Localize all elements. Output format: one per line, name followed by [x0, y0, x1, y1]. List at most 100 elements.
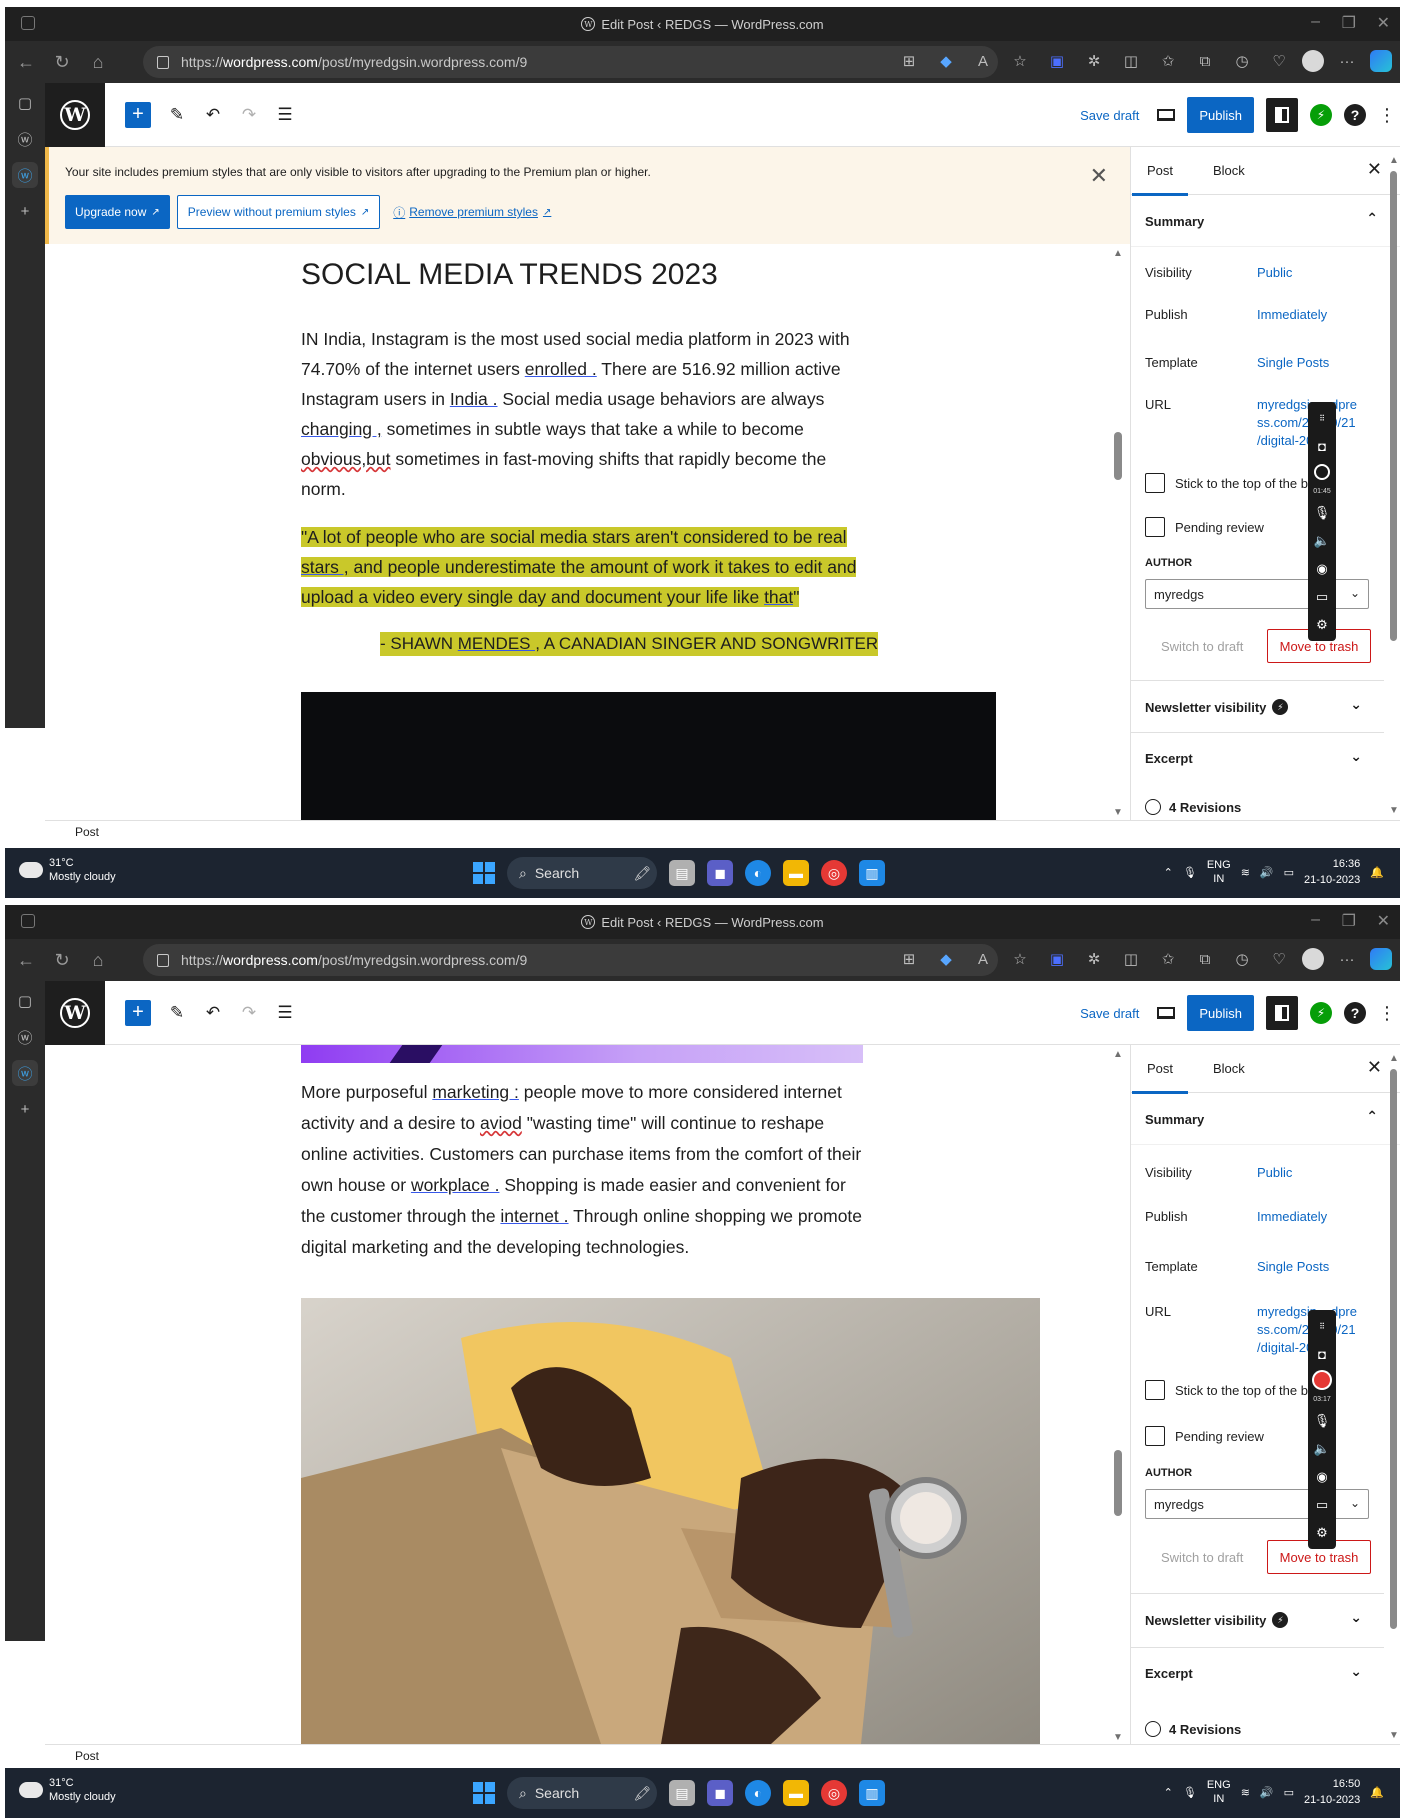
- tab-actions-icon[interactable]: ▢: [12, 988, 38, 1014]
- microphone-tray-icon[interactable]: 🎙: [1183, 1786, 1197, 1799]
- profile-avatar[interactable]: [1302, 948, 1324, 970]
- teams-icon[interactable]: ◼: [707, 860, 733, 886]
- newsletter-panel-header[interactable]: Newsletter visibility ⚡ ⌄: [1131, 1593, 1384, 1645]
- language-indicator[interactable]: ENG IN: [1207, 858, 1231, 886]
- redo-icon[interactable]: ↷: [239, 1003, 259, 1023]
- weather-widget[interactable]: 31°C Mostly cloudy: [15, 856, 116, 884]
- split-screen-icon[interactable]: ◫: [1117, 47, 1145, 75]
- app-available-icon[interactable]: ⊞: [895, 945, 923, 973]
- drag-handle-icon[interactable]: ⠿: [1312, 1316, 1332, 1336]
- tab-post[interactable]: Post: [1131, 1061, 1189, 1094]
- checkbox-box[interactable]: [1145, 1380, 1165, 1400]
- split-screen-icon[interactable]: ◫: [1117, 945, 1145, 973]
- record-icon[interactable]: [1314, 464, 1330, 480]
- taskbar-search[interactable]: ⌕ Search 🖍: [507, 857, 657, 889]
- scroll-up-icon[interactable]: ▲: [1389, 155, 1399, 166]
- pencil-icon[interactable]: ✎: [167, 1003, 187, 1023]
- performance-icon[interactable]: ♡: [1265, 945, 1293, 973]
- scroll-thumb[interactable]: [1390, 171, 1397, 641]
- favorites-icon[interactable]: ✩: [1154, 945, 1182, 973]
- read-aloud-icon[interactable]: A: [969, 47, 997, 75]
- options-menu-icon[interactable]: ⋮: [1378, 105, 1396, 126]
- tab-block[interactable]: Block: [1213, 163, 1245, 178]
- task-view-icon[interactable]: ▤: [669, 1780, 695, 1806]
- edge-icon[interactable]: ◐: [745, 860, 771, 886]
- favorites-icon[interactable]: ✩: [1154, 47, 1182, 75]
- breadcrumb-post[interactable]: Post: [75, 1749, 99, 1763]
- close-window-icon[interactable]: ✕: [1377, 13, 1390, 33]
- paragraph-block[interactable]: IN India, Instagram is the most used soc…: [301, 324, 861, 504]
- taskbar-search[interactable]: ⌕ Search 🖍: [507, 1777, 657, 1809]
- wordpress-tab-icon[interactable]: ⓦ: [12, 126, 38, 152]
- scroll-up-icon[interactable]: ▲: [1389, 1053, 1399, 1064]
- chrome-icon[interactable]: ◎: [821, 860, 847, 886]
- task-view-icon[interactable]: ▤: [669, 860, 695, 886]
- scroll-thumb[interactable]: [1114, 1450, 1122, 1516]
- pending-review-checkbox[interactable]: Pending review: [1145, 517, 1264, 537]
- speaker-icon[interactable]: 🔈: [1312, 531, 1332, 551]
- chrome-icon[interactable]: ◎: [821, 1780, 847, 1806]
- chevron-up-icon[interactable]: ⌃: [1164, 866, 1173, 879]
- options-menu-icon[interactable]: ⋮: [1378, 1003, 1396, 1024]
- gear-icon[interactable]: ⚙: [1312, 1523, 1332, 1543]
- window-icon[interactable]: ▭: [1312, 587, 1332, 607]
- webcam-icon[interactable]: ◉: [1312, 559, 1332, 579]
- file-explorer-icon[interactable]: ▬: [783, 860, 809, 886]
- windows-icon[interactable]: [473, 1782, 495, 1804]
- back-icon[interactable]: ←: [11, 47, 41, 77]
- publish-button[interactable]: Publish: [1187, 995, 1254, 1031]
- visibility-value[interactable]: Public: [1257, 1164, 1292, 1182]
- minimize-icon[interactable]: –: [1311, 911, 1320, 929]
- undo-icon[interactable]: ↶: [203, 1003, 223, 1023]
- edge-icon[interactable]: ◐: [745, 1780, 771, 1806]
- volume-icon[interactable]: 🔊: [1260, 1786, 1274, 1799]
- preview-without-premium-button[interactable]: Preview without premium styles ↗: [176, 195, 381, 229]
- tab-post[interactable]: Post: [1131, 163, 1189, 196]
- block-inserter-button[interactable]: +: [125, 101, 151, 128]
- list-view-icon[interactable]: ☰: [275, 1003, 295, 1023]
- notepad-icon[interactable]: ▥: [859, 860, 885, 886]
- extensions-icon[interactable]: ✲: [1080, 47, 1108, 75]
- notepad-icon[interactable]: ▥: [859, 1780, 885, 1806]
- upgrade-now-button[interactable]: Upgrade now ↗: [65, 195, 170, 229]
- editor-canvas[interactable]: SOCIAL MEDIA TRENDS 2023 IN India, Insta…: [45, 244, 1130, 820]
- tab-actions-icon[interactable]: ▢: [12, 90, 38, 116]
- maximize-icon[interactable]: ❐: [1342, 911, 1356, 931]
- copilot-icon[interactable]: [1370, 948, 1392, 970]
- microphone-icon[interactable]: 🎙: [1312, 503, 1332, 523]
- history-icon[interactable]: ◷: [1228, 945, 1256, 973]
- sticky-checkbox[interactable]: Stick to the top of the blog: [1145, 473, 1325, 493]
- teams-icon[interactable]: ◼: [707, 1780, 733, 1806]
- coupon-icon[interactable]: ◆: [932, 47, 960, 75]
- preview-icon[interactable]: [1157, 109, 1176, 121]
- back-icon[interactable]: ←: [11, 945, 41, 975]
- add-tab-icon[interactable]: +: [12, 198, 38, 224]
- checkbox-box[interactable]: [1145, 473, 1165, 493]
- home-icon[interactable]: ⌂: [83, 945, 113, 975]
- close-sidebar-icon[interactable]: ✕: [1367, 159, 1382, 180]
- drag-handle-icon[interactable]: ⠿: [1312, 408, 1332, 428]
- video-block[interactable]: [301, 692, 996, 820]
- summary-panel-header[interactable]: Summary ⌃: [1131, 1093, 1400, 1145]
- wordpress-logo-icon[interactable]: W: [45, 82, 105, 147]
- scroll-thumb[interactable]: [1114, 432, 1122, 480]
- template-value[interactable]: Single Posts: [1257, 354, 1329, 372]
- system-clock[interactable]: 16:50 21-10-2023: [1304, 1776, 1360, 1808]
- file-explorer-icon[interactable]: ▬: [783, 1780, 809, 1806]
- favorite-icon[interactable]: ☆: [1006, 47, 1034, 75]
- microphone-tray-icon[interactable]: 🎙: [1183, 866, 1197, 879]
- editor-canvas[interactable]: More purposeful marketing : people move …: [45, 1045, 1130, 1745]
- webcam-icon[interactable]: ◉: [1312, 1467, 1332, 1487]
- checkbox-box[interactable]: [1145, 517, 1165, 537]
- battery-icon[interactable]: ▭: [1284, 1786, 1294, 1799]
- revisions-button[interactable]: 4 Revisions: [1145, 1721, 1241, 1737]
- summary-panel-header[interactable]: Summary ⌃: [1131, 195, 1400, 247]
- settings-icon[interactable]: [1266, 98, 1298, 132]
- publish-date-value[interactable]: Immediately: [1257, 306, 1327, 324]
- battery-icon[interactable]: ▭: [1284, 866, 1294, 879]
- save-draft-button[interactable]: Save draft: [1080, 108, 1139, 123]
- quote-block[interactable]: "A lot of people who are social media st…: [301, 522, 901, 612]
- scroll-down-icon[interactable]: ▼: [1113, 807, 1123, 818]
- read-aloud-icon[interactable]: A: [969, 945, 997, 973]
- publish-date-value[interactable]: Immediately: [1257, 1208, 1327, 1226]
